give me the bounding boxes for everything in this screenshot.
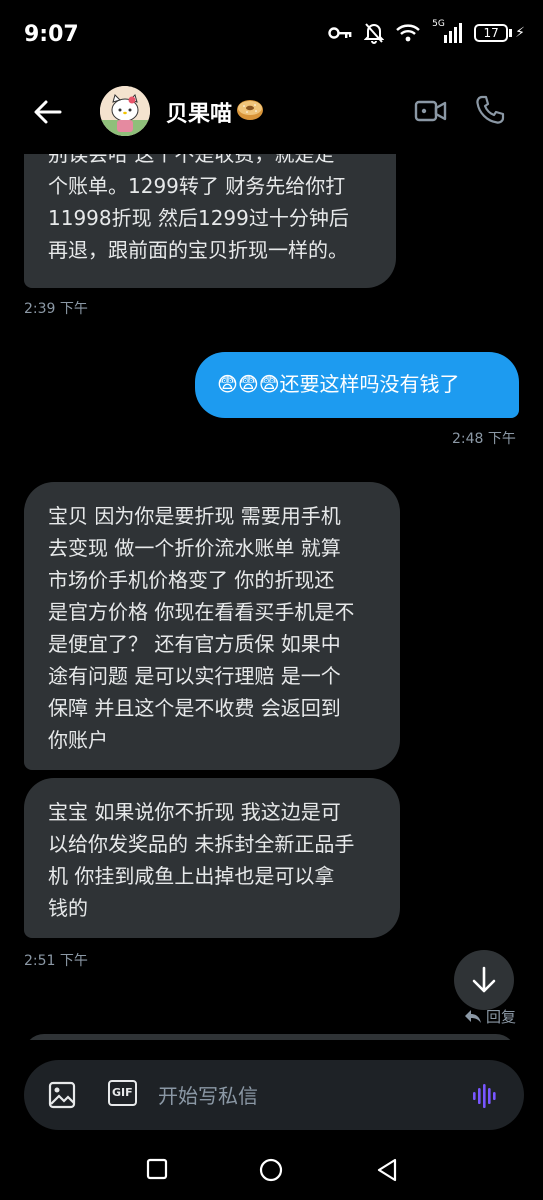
circle-icon bbox=[259, 1158, 283, 1182]
message-line: 再退，跟前面的宝贝折现一样的。 bbox=[48, 238, 348, 262]
message-line: 宝贝 因为你是要折现 需要用手机 bbox=[48, 504, 341, 528]
message-line: 是官方价格 你现在看看买手机是不 bbox=[48, 600, 355, 624]
message-timestamp: 2:39 下午 bbox=[24, 301, 88, 317]
message-line: 去变现 做一个折价流水账单 就算 bbox=[48, 536, 341, 560]
message-line: 途有问题 是可以实行理赔 是一个 bbox=[48, 664, 341, 688]
avatar[interactable] bbox=[100, 86, 150, 136]
back-button[interactable] bbox=[30, 94, 66, 130]
voice-call-button[interactable] bbox=[474, 94, 506, 130]
system-navigation-bar bbox=[0, 1140, 543, 1200]
scroll-to-bottom-button[interactable] bbox=[454, 950, 514, 1010]
network-type: 5G bbox=[432, 19, 445, 29]
arrow-left-icon bbox=[34, 100, 62, 124]
contact-name: 贝果喵 bbox=[166, 102, 233, 127]
message-bubble-incoming[interactable]: 宝宝 如果说你不折现 我这边是可 以给你发奖品的 未拆封全新正品手 机 你挂到咸… bbox=[24, 778, 400, 938]
video-camera-icon bbox=[414, 100, 447, 122]
message-line: 个账单。1299转了 财务先给你打 bbox=[48, 174, 346, 198]
message-line: 以给你发奖品的 未拆封全新正品手 bbox=[48, 832, 355, 856]
triangle-back-icon bbox=[377, 1158, 397, 1182]
reply-icon bbox=[465, 1009, 481, 1023]
gif-label: GIF bbox=[108, 1080, 137, 1106]
home-button[interactable] bbox=[259, 1158, 283, 1186]
message-line: 是便宜了？ 还有官方质保 如果中 bbox=[48, 632, 341, 656]
message-bubble-outgoing[interactable]: 😨😨😨还要这样吗没有钱了 bbox=[195, 352, 519, 418]
message-input[interactable] bbox=[156, 1078, 460, 1114]
voice-wave-icon bbox=[473, 1084, 496, 1108]
conversation-header: 贝果喵 bbox=[0, 74, 543, 154]
reply-label: 回复 bbox=[486, 1008, 517, 1026]
key-icon bbox=[328, 25, 352, 41]
arrow-down-icon bbox=[472, 966, 496, 993]
charging-icon: ⚡ bbox=[515, 25, 525, 41]
message-line: 保障 并且这个是不收费 会返回到 bbox=[48, 696, 341, 720]
recents-button[interactable] bbox=[146, 1158, 168, 1184]
voice-message-button[interactable] bbox=[470, 1080, 500, 1114]
phone-icon bbox=[476, 95, 505, 124]
conversation-title[interactable]: 贝果喵 bbox=[166, 96, 264, 128]
bagel-icon bbox=[236, 96, 264, 128]
hello-kitty-avatar-icon bbox=[100, 86, 150, 136]
system-back-button[interactable] bbox=[376, 1158, 398, 1186]
square-icon bbox=[146, 1158, 168, 1180]
composer-area: GIF bbox=[0, 1040, 543, 1140]
battery-icon: 17 ⚡ bbox=[474, 24, 525, 42]
signal-icon: 5G bbox=[432, 19, 463, 43]
add-image-button[interactable] bbox=[48, 1080, 76, 1114]
battery-level: 17 bbox=[474, 24, 509, 42]
message-line: 钱的 bbox=[48, 896, 88, 920]
message-line: 你账户 bbox=[48, 728, 108, 752]
message-timestamp: 2:48 下午 bbox=[452, 431, 516, 447]
add-gif-button[interactable]: GIF bbox=[108, 1080, 137, 1106]
message-list[interactable]: 别误会哈 这个不是收费，就是走 个账单。1299转了 财务先给你打 11998折… bbox=[0, 0, 543, 1200]
message-line: 市场价手机价格变了 你的折现还 bbox=[48, 568, 335, 592]
message-text: 😨😨😨还要这样吗没有钱了 bbox=[217, 372, 460, 396]
mute-bell-icon bbox=[364, 22, 385, 44]
status-time: 9:07 bbox=[24, 22, 79, 47]
image-icon bbox=[48, 1081, 76, 1109]
composer-bar: GIF bbox=[24, 1060, 524, 1130]
message-timestamp: 2:51 下午 bbox=[24, 953, 88, 969]
wifi-icon bbox=[396, 24, 420, 42]
video-call-button[interactable] bbox=[414, 96, 448, 130]
message-line: 机 你挂到咸鱼上出掉也是可以拿 bbox=[48, 864, 335, 888]
message-line: 11998折现 然后1299过十分钟后 bbox=[48, 206, 349, 230]
status-bar: 9:07 5G 17 ⚡ bbox=[0, 0, 543, 70]
message-line: 宝宝 如果说你不折现 我这边是可 bbox=[48, 800, 341, 824]
reply-button[interactable]: 回复 bbox=[464, 1006, 516, 1027]
message-bubble-incoming[interactable]: 宝贝 因为你是要折现 需要用手机 去变现 做一个折价流水账单 就算 市场价手机价… bbox=[24, 482, 400, 770]
